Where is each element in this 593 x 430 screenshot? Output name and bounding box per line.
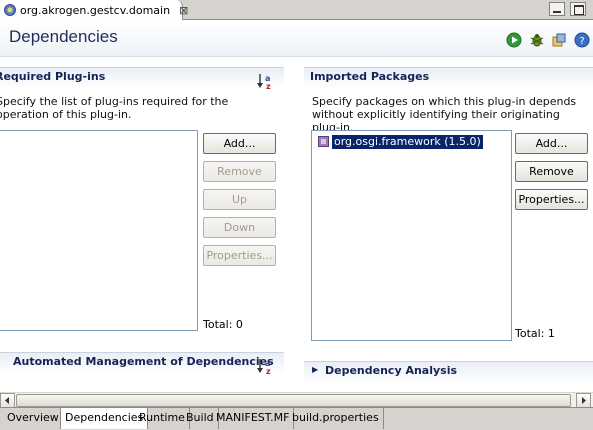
required-plugins-description: Specify the list of plug-ins required fo… xyxy=(0,95,229,121)
imported-packages-list[interactable]: org.osgi.framework (1.5.0) xyxy=(311,130,512,341)
debug-icon[interactable] xyxy=(529,32,545,48)
required-plugin-properties-button[interactable]: Properties... xyxy=(203,245,276,266)
horizontal-scrollbar[interactable] xyxy=(0,392,593,408)
remove-package-button[interactable]: Remove xyxy=(515,161,588,182)
tab-build-properties[interactable]: build.properties xyxy=(288,408,384,429)
list-item[interactable]: org.osgi.framework (1.5.0) xyxy=(318,133,484,150)
imported-packages-title: Imported Packages xyxy=(310,70,430,83)
add-required-plugin-button[interactable]: Add... xyxy=(203,133,276,154)
page-title: Dependencies xyxy=(9,27,118,46)
required-plugins-total: Total: 0 xyxy=(203,318,243,331)
editor-tab-title: org.akrogen.gestcv.domain xyxy=(20,3,171,17)
scroll-right-button[interactable] xyxy=(576,393,591,408)
sort-alphabetical-icon[interactable]: a z xyxy=(257,357,275,376)
package-icon xyxy=(318,136,329,147)
editor-tab-strip: org.akrogen.gestcv.domain ⊠ xyxy=(0,0,593,20)
required-plugins-list[interactable] xyxy=(0,130,198,331)
add-package-button[interactable]: Add... xyxy=(515,133,588,154)
maximize-button[interactable] xyxy=(570,2,586,16)
run-icon[interactable] xyxy=(506,32,522,48)
minimize-button[interactable] xyxy=(549,2,565,16)
help-icon[interactable]: ? xyxy=(574,32,590,48)
imported-packages-total: Total: 1 xyxy=(515,327,555,340)
expand-arrow-icon[interactable]: ▶ xyxy=(312,365,318,374)
package-label: org.osgi.framework (1.5.0) xyxy=(331,133,484,150)
move-up-button[interactable]: Up xyxy=(203,189,276,210)
sort-alphabetical-icon[interactable]: a z xyxy=(257,72,275,91)
remove-required-plugin-button[interactable]: Remove xyxy=(203,161,276,182)
tab-manifest[interactable]: MANIFEST.MF xyxy=(212,408,295,429)
svg-text:?: ? xyxy=(579,36,584,47)
manifest-file-icon xyxy=(3,3,17,17)
page-tabs: Overview Dependencies Runtime Build MANI… xyxy=(0,407,593,430)
required-plugins-title: Required Plug-ins xyxy=(0,70,106,83)
form-header: Dependencies ? xyxy=(0,21,593,57)
scroll-left-button[interactable] xyxy=(0,393,15,408)
svg-text:z: z xyxy=(266,82,271,90)
package-properties-button[interactable]: Properties... xyxy=(515,189,588,210)
move-down-button[interactable]: Down xyxy=(203,217,276,238)
imported-packages-description: Specify packages on which this plug-in d… xyxy=(312,95,577,134)
automated-management-title[interactable]: Automated Management of Dependencies xyxy=(13,355,274,368)
close-icon[interactable]: ⊠ xyxy=(179,4,188,17)
tab-overview[interactable]: Overview xyxy=(3,408,64,429)
svg-text:z: z xyxy=(266,367,271,375)
export-icon[interactable] xyxy=(551,32,567,48)
dependency-analysis-title[interactable]: Dependency Analysis xyxy=(325,364,457,377)
editor-tab[interactable]: org.akrogen.gestcv.domain ⊠ xyxy=(0,0,188,20)
scrollbar-thumb[interactable] xyxy=(16,394,571,407)
